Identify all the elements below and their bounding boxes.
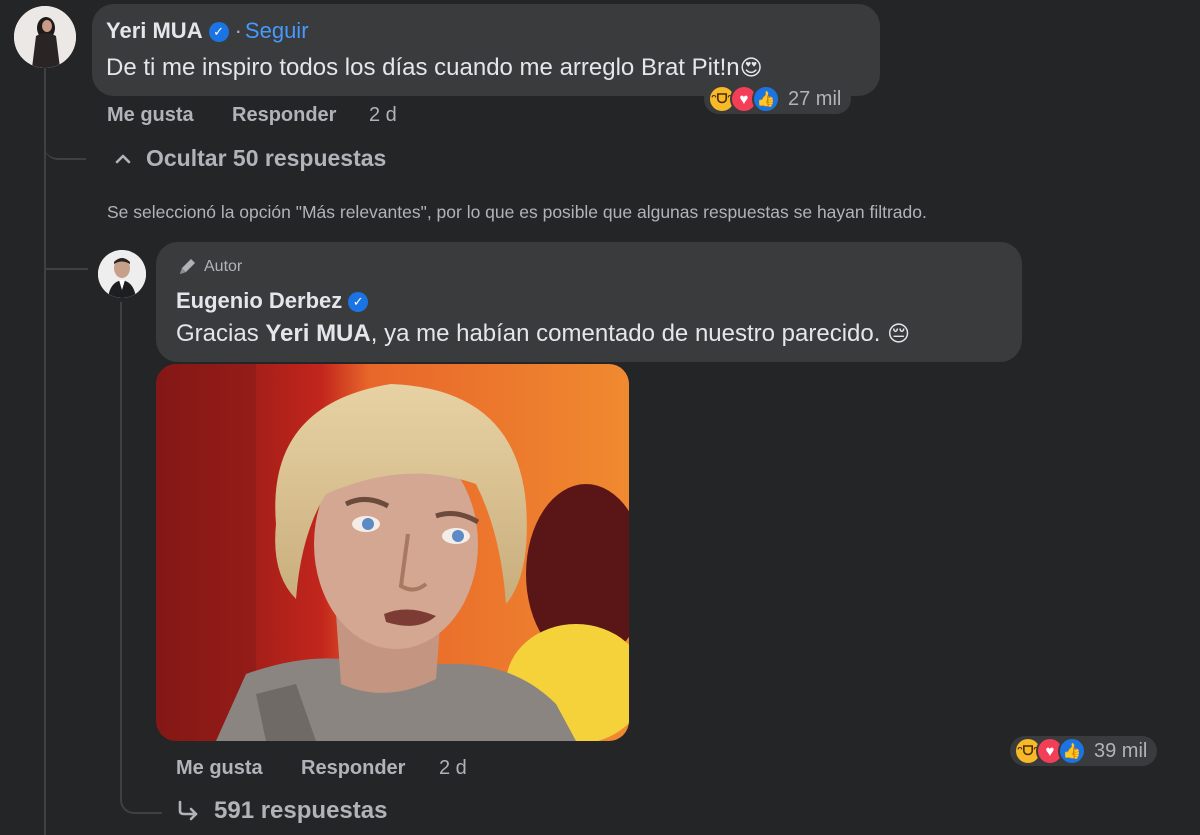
avatar-portrait-icon bbox=[98, 250, 146, 298]
mention-link[interactable]: Yeri MUA bbox=[265, 320, 370, 347]
verified-badge-icon: ✓ bbox=[208, 22, 229, 42]
follow-button[interactable]: Seguir bbox=[245, 18, 309, 43]
thread-line-main bbox=[44, 68, 46, 835]
avatar-portrait-icon bbox=[14, 6, 76, 68]
separator-dot: · bbox=[234, 18, 242, 43]
thread-line-reply bbox=[120, 302, 122, 802]
reply-timestamp[interactable]: 2 d bbox=[439, 757, 467, 780]
comment-text-line: De ti me inspiro todos los días cuando m… bbox=[106, 54, 763, 82]
filter-notice: Se seleccionó la opción "Más relevantes"… bbox=[107, 202, 927, 222]
comment-bubble: Yeri MUA ✓ · Seguir De ti me inspiro todos … bbox=[92, 4, 880, 96]
reply-text-prefix: Gracias bbox=[176, 320, 266, 347]
reply-button[interactable]: Responder bbox=[301, 757, 405, 780]
comment-author-name[interactable]: Yeri MUA bbox=[106, 18, 203, 43]
reaction-count: 27 mil bbox=[788, 87, 842, 110]
reply-image[interactable] bbox=[156, 364, 629, 741]
comment-text: De ti me inspiro todos los días cuando m… bbox=[106, 54, 740, 81]
verified-badge-icon: ✓ bbox=[348, 292, 369, 312]
reply-button[interactable]: Responder bbox=[232, 104, 336, 127]
thread-branch-reply bbox=[44, 268, 88, 270]
like-button[interactable]: Me gusta bbox=[176, 757, 263, 780]
hide-replies-label: Ocultar 50 respuestas bbox=[146, 145, 387, 171]
comment-timestamp[interactable]: 2 d bbox=[369, 104, 397, 127]
thread-branch-replies bbox=[120, 790, 162, 814]
view-replies-label: 591 respuestas bbox=[214, 797, 388, 824]
reply-header: Eugenio Derbez ✓ bbox=[176, 288, 369, 314]
reply-text-suffix: , ya me habían comentado de nuestro pare… bbox=[370, 320, 881, 347]
pensive-emoji-icon: 😔 bbox=[887, 321, 911, 346]
pencil-icon bbox=[180, 259, 195, 274]
reply-text-line: Gracias Yeri MUA, ya me habían comentado… bbox=[176, 320, 910, 348]
meme-image bbox=[156, 364, 629, 741]
reply-author-name[interactable]: Eugenio Derbez bbox=[176, 288, 342, 313]
like-button[interactable]: Me gusta bbox=[107, 104, 194, 127]
reply-bubble: Autor Eugenio Derbez ✓ Gracias Yeri MUA, … bbox=[156, 242, 1022, 362]
author-badge: Autor bbox=[176, 256, 242, 278]
avatar-eugenio-derbez[interactable] bbox=[98, 250, 146, 298]
like-icon: 👍 bbox=[1058, 737, 1086, 765]
reply-arrow-icon bbox=[178, 800, 198, 821]
hide-replies-button[interactable]: Ocultar 50 respuestas bbox=[112, 145, 386, 172]
thread-branch-hide bbox=[44, 130, 86, 160]
author-badge-label: Autor bbox=[204, 258, 243, 275]
comment-reactions[interactable]: ᵔᗜᵔ ♥ 👍 27 mil bbox=[704, 84, 852, 114]
reaction-count: 39 mil bbox=[1094, 739, 1148, 762]
comment-header: Yeri MUA ✓ · Seguir bbox=[106, 18, 309, 44]
heart-eyes-emoji-icon: 😍 bbox=[739, 55, 763, 80]
view-replies-button[interactable]: 591 respuestas bbox=[176, 797, 387, 825]
avatar-yeri-mua[interactable] bbox=[14, 6, 76, 68]
like-icon: 👍 bbox=[752, 85, 780, 113]
reply-reactions[interactable]: ᵔᗜᵔ ♥ 👍 39 mil bbox=[1010, 736, 1158, 766]
chevron-up-icon bbox=[115, 154, 131, 163]
